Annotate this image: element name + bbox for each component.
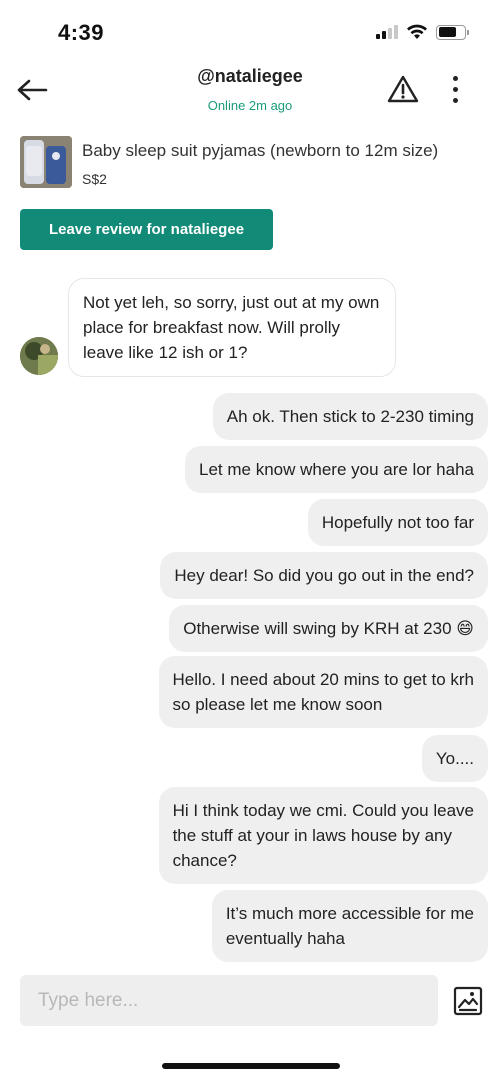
message-line: Hello. I need about 20 mins to get to kr… — [172, 670, 474, 689]
more-options-button[interactable] — [440, 70, 470, 108]
message-input[interactable] — [20, 975, 438, 1026]
message-line: It’s much more accessible for me — [225, 904, 474, 923]
outgoing-message-bubble: Let me know where you are lor haha — [185, 446, 488, 493]
outgoing-message-bubble: Hi I think today we cmi. Could you leave… — [158, 787, 488, 884]
chat-header: @nataliegee Online 2m ago — [0, 60, 500, 120]
online-status: Online 2m ago — [207, 98, 293, 113]
outgoing-message-bubble: Ah ok. Then stick to 2-230 timing — [212, 393, 488, 440]
home-indicator[interactable] — [162, 1063, 340, 1069]
listing-card[interactable]: Baby sleep suit pyjamas (newborn to 12m … — [20, 136, 490, 190]
outgoing-message-bubble: Hopefully not too far — [307, 499, 488, 546]
battery-icon — [436, 24, 469, 40]
message-line: so please let me know soon — [172, 695, 383, 714]
outgoing-message-bubble: Hello. I need about 20 mins to get to kr… — [158, 656, 488, 728]
message-composer — [20, 975, 438, 1026]
status-bar: 4:39 — [0, 0, 500, 60]
report-button[interactable] — [384, 70, 422, 108]
image-upload-button[interactable] — [452, 985, 484, 1017]
outgoing-message-bubble: Yo.... — [421, 735, 488, 782]
outgoing-message-bubble: Otherwise will swing by KRH at 230 😄 — [169, 605, 488, 652]
incoming-message-bubble: Not yet leh, so sorry, just out at my ow… — [68, 278, 396, 377]
listing-title: Baby sleep suit pyjamas (newborn to 12m … — [82, 141, 439, 160]
message-line: the stuff at your in laws house by any — [172, 826, 452, 845]
warning-triangle-icon — [387, 75, 419, 103]
outgoing-message-bubble: It’s much more accessible for me eventua… — [211, 890, 488, 962]
more-vertical-icon — [452, 75, 458, 81]
status-icons — [376, 24, 469, 40]
wifi-icon — [407, 24, 427, 39]
listing-price: S$2 — [82, 171, 107, 187]
leave-review-button[interactable]: Leave review for nataliegee — [20, 209, 273, 250]
message-line: eventually haha — [225, 929, 345, 948]
message-line: chance? — [172, 851, 237, 870]
listing-thumbnail — [20, 136, 72, 188]
message-line: Hi I think today we cmi. Could you leave — [172, 801, 474, 820]
cellular-signal-icon — [376, 25, 398, 39]
status-time: 4:39 — [58, 20, 105, 45]
chat-username[interactable]: @nataliegee — [0, 66, 500, 87]
avatar[interactable] — [20, 337, 58, 375]
outgoing-message-bubble: Hey dear! So did you go out in the end? — [160, 552, 488, 599]
image-upload-icon — [453, 986, 483, 1016]
